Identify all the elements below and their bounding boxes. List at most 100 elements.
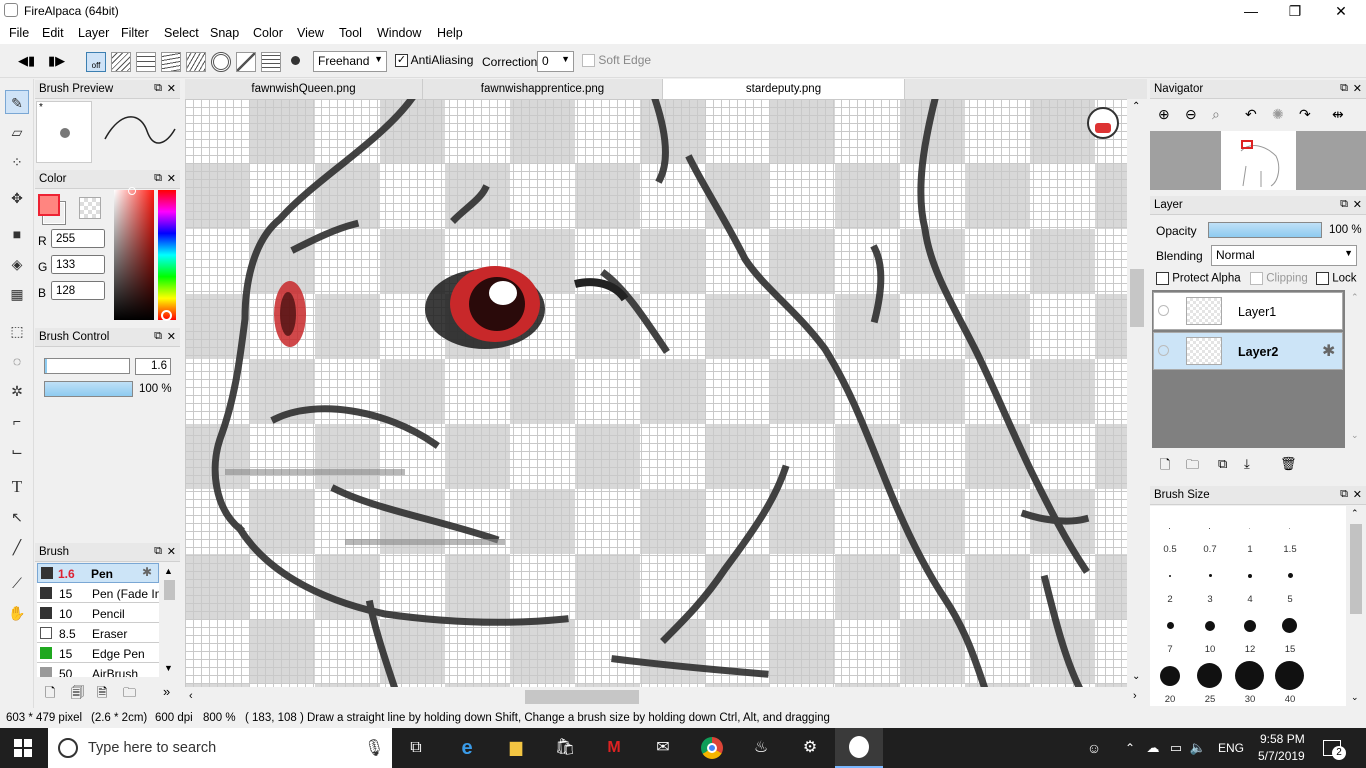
zoom-out-icon[interactable]: ⊖ bbox=[1185, 106, 1197, 123]
language-indicator[interactable]: ENG bbox=[1218, 741, 1244, 755]
microphone-icon[interactable]: 🎙 bbox=[364, 738, 384, 758]
snap-off-icon[interactable]: off bbox=[86, 52, 106, 72]
snap-radial-icon[interactable] bbox=[161, 52, 181, 72]
size-dot[interactable] bbox=[1288, 573, 1293, 578]
notification-icon[interactable]: 2 bbox=[1323, 740, 1346, 760]
canvas-vertical-scrollbar[interactable]: ⌃ ⌄ bbox=[1127, 99, 1147, 687]
scroll-down-icon[interactable]: ⌄ bbox=[1351, 430, 1359, 441]
close-icon[interactable]: ✕ bbox=[167, 330, 176, 343]
scroll-thumb[interactable] bbox=[1130, 269, 1144, 327]
next-icon[interactable]: ▮▶ bbox=[48, 53, 65, 69]
hue-slider[interactable] bbox=[158, 190, 176, 321]
soft-edge-checkbox[interactable]: Soft Edge bbox=[582, 53, 651, 68]
dot-tool-icon[interactable]: ⁘ bbox=[5, 150, 29, 174]
zoom-fit-icon[interactable]: ⌕ bbox=[1212, 106, 1220, 123]
rotate-reset-icon[interactable]: ✺ bbox=[1272, 106, 1284, 123]
scroll-down-icon[interactable]: ⌄ bbox=[1132, 671, 1140, 682]
scroll-thumb[interactable] bbox=[1350, 524, 1362, 614]
settings-gear-icon[interactable]: ⚙ bbox=[798, 738, 822, 758]
select-pen-tool-icon[interactable]: ⌐ bbox=[5, 409, 29, 433]
scroll-up-icon[interactable]: ⌃ bbox=[1351, 508, 1359, 519]
size-dot[interactable] bbox=[1209, 574, 1212, 577]
minimize-button[interactable]: — bbox=[1228, 0, 1274, 22]
scroll-up-icon[interactable]: ▲ bbox=[164, 566, 173, 576]
size-dot[interactable] bbox=[1169, 575, 1171, 577]
maximize-button[interactable]: ❐ bbox=[1272, 0, 1318, 22]
float-icon[interactable]: ⧉ bbox=[1340, 82, 1348, 95]
taskbar-search-box[interactable]: Type here to search 🎙 bbox=[48, 728, 392, 768]
scroll-thumb[interactable] bbox=[525, 690, 639, 704]
layer-opacity-slider[interactable] bbox=[1208, 222, 1322, 238]
operation-tool-icon[interactable]: ↖ bbox=[5, 505, 29, 529]
tab-stardeputy[interactable]: stardeputy.png bbox=[663, 79, 905, 99]
snap-circle-icon[interactable] bbox=[211, 52, 231, 72]
snap-parallel-icon[interactable] bbox=[111, 52, 131, 72]
hue-cursor[interactable] bbox=[161, 310, 172, 321]
size-dot[interactable] bbox=[1205, 621, 1215, 631]
divide-tool-icon[interactable]: ╱ bbox=[5, 535, 29, 559]
mcafee-icon[interactable]: M bbox=[602, 738, 626, 758]
size-dot[interactable] bbox=[1282, 618, 1297, 633]
bucket-tool-icon[interactable]: ◈ bbox=[5, 252, 29, 276]
size-dot[interactable] bbox=[1235, 661, 1264, 690]
size-dot[interactable] bbox=[1167, 622, 1174, 629]
menu-edit[interactable]: Edit bbox=[42, 26, 64, 40]
prev-icon[interactable]: ◀▮ bbox=[18, 53, 35, 69]
close-icon[interactable]: ✕ bbox=[1353, 488, 1362, 501]
brush-size-slider[interactable] bbox=[44, 358, 130, 374]
visibility-toggle[interactable] bbox=[1158, 345, 1169, 356]
close-icon[interactable]: ✕ bbox=[167, 545, 176, 558]
close-icon[interactable]: ✕ bbox=[1353, 198, 1362, 211]
brush-size-value[interactable]: 1.6 bbox=[135, 358, 171, 375]
blending-select[interactable]: Normal ▼ bbox=[1211, 245, 1357, 266]
canvas-horizontal-scrollbar[interactable]: ‹ › bbox=[185, 688, 1147, 706]
store-icon[interactable]: 🛍 bbox=[553, 738, 577, 758]
file-explorer-icon[interactable]: ▆ bbox=[504, 738, 528, 758]
edge-browser-icon[interactable]: e bbox=[455, 738, 479, 758]
scroll-left-icon[interactable]: ‹ bbox=[189, 690, 193, 702]
snap-3d-icon[interactable] bbox=[261, 52, 281, 72]
size-dot[interactable] bbox=[1197, 663, 1222, 688]
fg-color-swatch[interactable] bbox=[38, 194, 60, 216]
snap-perspective-icon[interactable] bbox=[186, 52, 206, 72]
antialiasing-checkbox[interactable]: ✓ AntiAliasing bbox=[395, 53, 473, 68]
transparent-color-swatch[interactable] bbox=[79, 197, 101, 219]
lasso-tool-icon[interactable]: ◌ bbox=[5, 349, 29, 373]
brush-item-edge-pen[interactable]: 15 Edge Pen bbox=[37, 643, 159, 663]
float-icon[interactable]: ⧉ bbox=[154, 82, 162, 95]
layer-list-scrollbar[interactable]: ⌃ ⌄ bbox=[1348, 290, 1364, 448]
menu-filter[interactable]: Filter bbox=[121, 26, 149, 40]
navigator-viewport-box[interactable] bbox=[1241, 140, 1253, 149]
snap-curve-icon[interactable] bbox=[236, 52, 256, 72]
tab-fawnwishqueen[interactable]: fawnwishQueen.png bbox=[185, 79, 423, 99]
b-input[interactable] bbox=[51, 281, 105, 300]
brush-size-scrollbar[interactable]: ⌃ ⌄ bbox=[1348, 506, 1364, 706]
firealpaca-taskbar-button[interactable] bbox=[835, 728, 883, 768]
menu-window[interactable]: Window bbox=[377, 26, 421, 40]
clipping-checkbox[interactable]: Clipping bbox=[1250, 272, 1308, 285]
gear-icon[interactable]: ✱ bbox=[142, 565, 152, 579]
size-dot[interactable] bbox=[1209, 528, 1210, 529]
new-folder-icon[interactable]: 🗀 bbox=[1186, 456, 1199, 478]
people-icon[interactable]: ☺ bbox=[1082, 738, 1106, 758]
size-dot[interactable] bbox=[1160, 666, 1180, 686]
layer-row-layer1[interactable]: Layer1 bbox=[1153, 292, 1343, 330]
menu-help[interactable]: Help bbox=[437, 26, 463, 40]
folder-icon[interactable]: 🗀 bbox=[123, 684, 136, 706]
close-icon[interactable]: ✕ bbox=[167, 82, 176, 95]
brush-item-pen[interactable]: 1.6 Pen ✱ bbox=[37, 563, 159, 583]
lock-checkbox[interactable]: Lock bbox=[1316, 272, 1357, 285]
brush-item-airbrush[interactable]: 50 AirBrush bbox=[37, 663, 159, 677]
rotate-left-icon[interactable]: ↶ bbox=[1245, 106, 1257, 123]
clock-date[interactable]: 5/7/2019 bbox=[1258, 749, 1305, 763]
layer-row-layer2[interactable]: Layer2 ✱ bbox=[1153, 332, 1343, 370]
snap-grid-icon[interactable] bbox=[136, 52, 156, 72]
hand-tool-icon[interactable]: ✋ bbox=[5, 601, 29, 625]
mode-select[interactable]: Freehand ▼ bbox=[313, 51, 387, 72]
brush-list-scrollbar[interactable]: ▲ ▼ bbox=[161, 563, 178, 677]
steam-icon[interactable]: ♨ bbox=[749, 738, 773, 758]
add-brush-icon[interactable]: 🗐 bbox=[71, 684, 84, 706]
scroll-right-icon[interactable]: › bbox=[1133, 690, 1137, 702]
size-dot[interactable] bbox=[1248, 574, 1252, 578]
task-view-icon[interactable]: ⧉ bbox=[404, 738, 428, 758]
